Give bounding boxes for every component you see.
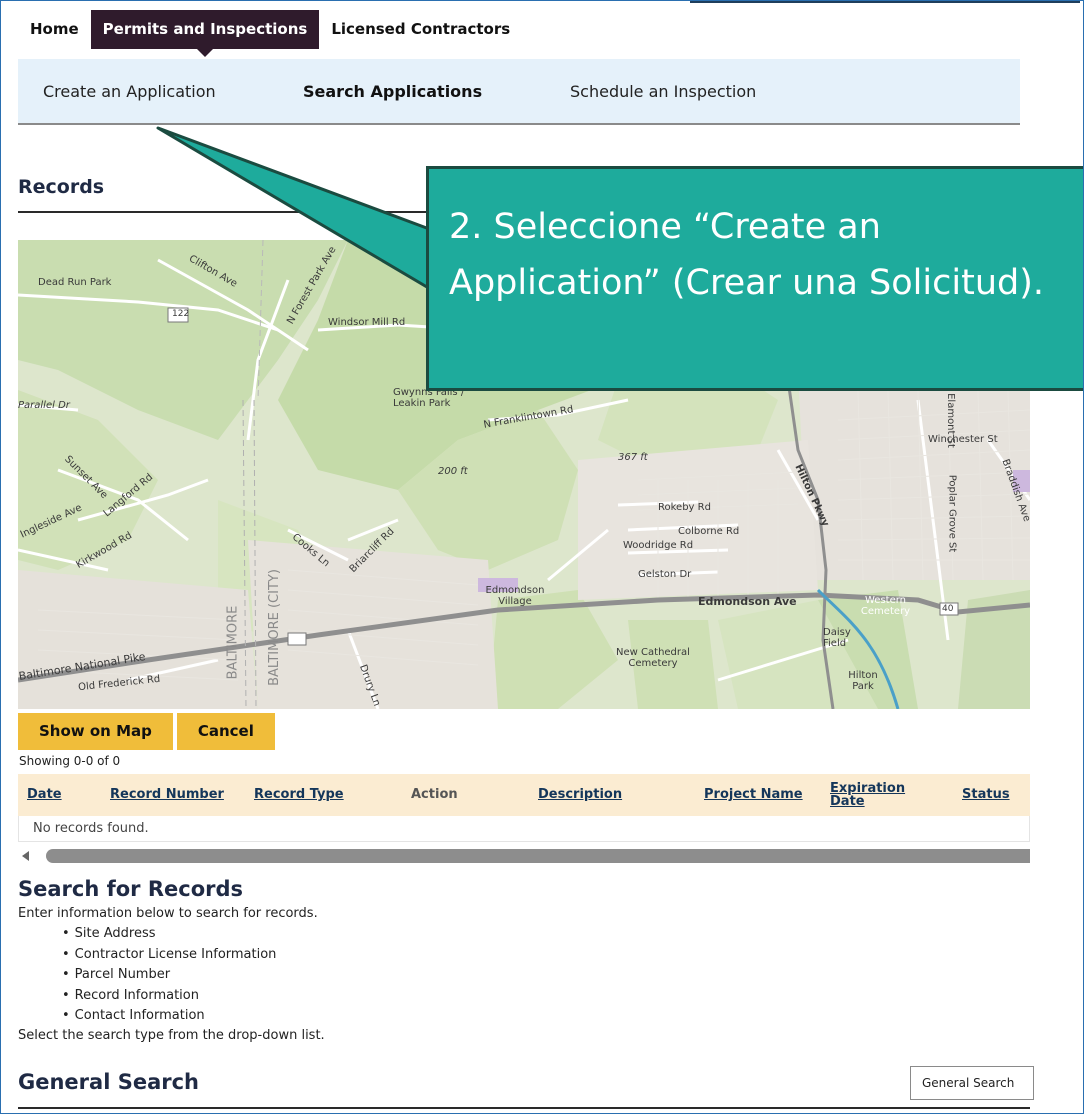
records-table-header: Date Record Number Record Type Action De… [18, 774, 1030, 816]
column-record-type[interactable]: Record Type [254, 788, 344, 801]
map-label: Daisy Field [823, 627, 851, 649]
search-type-select[interactable]: General Search [910, 1066, 1034, 1100]
map-label: BALTIMORE [225, 605, 241, 680]
list-item: Contractor License Information [62, 945, 277, 966]
map-label: Colborne Rd [678, 526, 740, 537]
results-count: Showing 0-0 of 0 [19, 754, 121, 768]
search-outro: Select the search type from the drop-dow… [18, 1028, 325, 1043]
column-action: Action [411, 787, 458, 802]
empty-message: No records found. [33, 821, 149, 836]
map-label: Edmondson Village [485, 585, 545, 607]
general-search-divider [18, 1107, 1030, 1109]
show-on-map-button[interactable]: Show on Map [18, 713, 173, 750]
map-label: Hilton Park [848, 670, 878, 692]
search-type-list: Site Address Contractor License Informat… [62, 924, 277, 1027]
column-date[interactable]: Date [27, 788, 62, 801]
list-item: Parcel Number [62, 965, 276, 986]
map-buttons: Show on Map Cancel [18, 713, 275, 750]
map-label: Parallel Dr [18, 400, 70, 411]
list-item: Record Information [62, 986, 276, 1007]
scrollbar-thumb[interactable] [46, 849, 1030, 863]
map-label: New Cathedral Cemetery [616, 647, 690, 669]
map-label: Woodridge Rd [623, 540, 694, 551]
column-expiration-date[interactable]: Expiration Date [830, 782, 920, 808]
scroll-left-icon[interactable] [22, 851, 29, 861]
map-label: Rokeby Rd [658, 502, 711, 513]
search-intro: Enter information below to search for re… [18, 906, 318, 921]
tutorial-callout: 2. Seleccione “Create an Application” (C… [426, 166, 1084, 391]
map-label: Poplar Grove St [946, 474, 958, 553]
search-for-records-title: Search for Records [18, 877, 244, 901]
map-label: 367 ft [618, 452, 648, 463]
column-project-name[interactable]: Project Name [704, 788, 803, 801]
cancel-button[interactable]: Cancel [176, 713, 275, 750]
table-row: No records found. [18, 816, 1030, 842]
column-status[interactable]: Status [962, 788, 1010, 801]
horizontal-scrollbar[interactable] [18, 848, 1030, 864]
map-label: Gelston Dr [638, 569, 692, 580]
callout-text: 2. Seleccione “Create an Application” (C… [449, 207, 1044, 303]
route-40-label: 40 [942, 604, 954, 614]
map-label: BALTIMORE (CITY) [266, 569, 282, 686]
general-search-title: General Search [18, 1070, 200, 1094]
map-label: Edmondson Ave [698, 595, 797, 608]
map-label: Western Cemetery [860, 595, 911, 617]
list-item: Contact Information [62, 1006, 276, 1027]
column-record-number[interactable]: Record Number [110, 788, 224, 801]
map-label: 200 ft [438, 466, 468, 477]
column-description[interactable]: Description [538, 788, 622, 801]
list-item: Site Address [62, 924, 276, 945]
map-label: Winchester St [928, 434, 998, 445]
